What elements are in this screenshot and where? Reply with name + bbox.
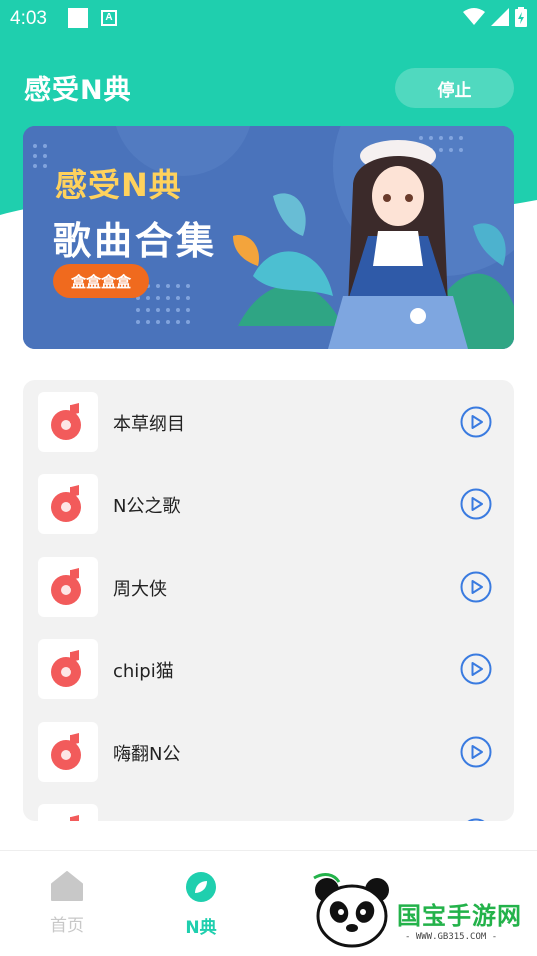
play-icon[interactable] xyxy=(460,653,492,685)
home-icon xyxy=(51,871,83,901)
watermark-text: 国宝手游网 xyxy=(397,902,522,930)
play-icon[interactable] xyxy=(460,736,492,768)
signal-icon xyxy=(491,8,509,26)
tab-ndian-label: N典 xyxy=(185,918,217,938)
music-note-icon xyxy=(38,804,98,821)
song-item[interactable]: 本草纲目 xyxy=(23,392,514,452)
banner-tag: 盒盒盒盒 xyxy=(53,264,149,298)
song-item[interactable]: 周大侠 xyxy=(23,557,514,617)
tab-ndian[interactable]: N典 xyxy=(161,871,241,938)
play-icon[interactable] xyxy=(460,488,492,520)
tab-home-label: 首页 xyxy=(50,916,84,936)
music-note-icon xyxy=(38,392,98,452)
app-notification-icon: A xyxy=(101,10,117,26)
music-note-icon xyxy=(38,474,98,534)
stop-button[interactable]: 停止 xyxy=(395,68,514,108)
song-title: 周大侠 xyxy=(113,579,167,600)
wifi-icon xyxy=(463,8,485,25)
banner-title: 感受N典 xyxy=(55,166,182,204)
notification-icon xyxy=(68,8,88,28)
panda-logo xyxy=(313,873,389,948)
watermark: 国宝手游网 - WWW.GB315.COM - xyxy=(297,866,537,956)
music-note-icon xyxy=(38,722,98,782)
page-title: 感受N典 xyxy=(24,75,132,106)
song-item[interactable]: chipi猫 xyxy=(23,639,514,699)
play-icon[interactable] xyxy=(460,571,492,603)
watermark-url: - WWW.GB315.COM - xyxy=(405,932,498,942)
battery-icon xyxy=(515,7,527,27)
play-icon[interactable] xyxy=(460,818,492,821)
song-title: N公之歌 xyxy=(113,496,181,517)
status-icons xyxy=(463,7,527,27)
song-title: 本草纲目 xyxy=(113,414,185,435)
song-title: 嗨翻N公 xyxy=(113,744,181,765)
banner[interactable]: 感受N典 歌曲合集 盒盒盒盒 xyxy=(23,126,514,349)
song-item[interactable]: N公之歌 xyxy=(23,474,514,534)
compass-icon xyxy=(186,872,216,902)
play-icon[interactable] xyxy=(460,406,492,438)
banner-subtitle: 歌曲合集 xyxy=(53,219,218,263)
song-title: chipi猫 xyxy=(113,661,174,682)
music-note-icon xyxy=(38,639,98,699)
tab-home[interactable]: 首页 xyxy=(27,871,107,936)
status-time: 4:03 xyxy=(10,8,47,29)
status-bar: 4:03 A xyxy=(0,0,537,38)
song-list: 本草纲目 N公之歌 周大侠 chipi猫 嗨翻N公 xyxy=(23,380,514,821)
song-item[interactable] xyxy=(23,804,514,821)
song-item[interactable]: 嗨翻N公 xyxy=(23,722,514,782)
music-note-icon xyxy=(38,557,98,617)
